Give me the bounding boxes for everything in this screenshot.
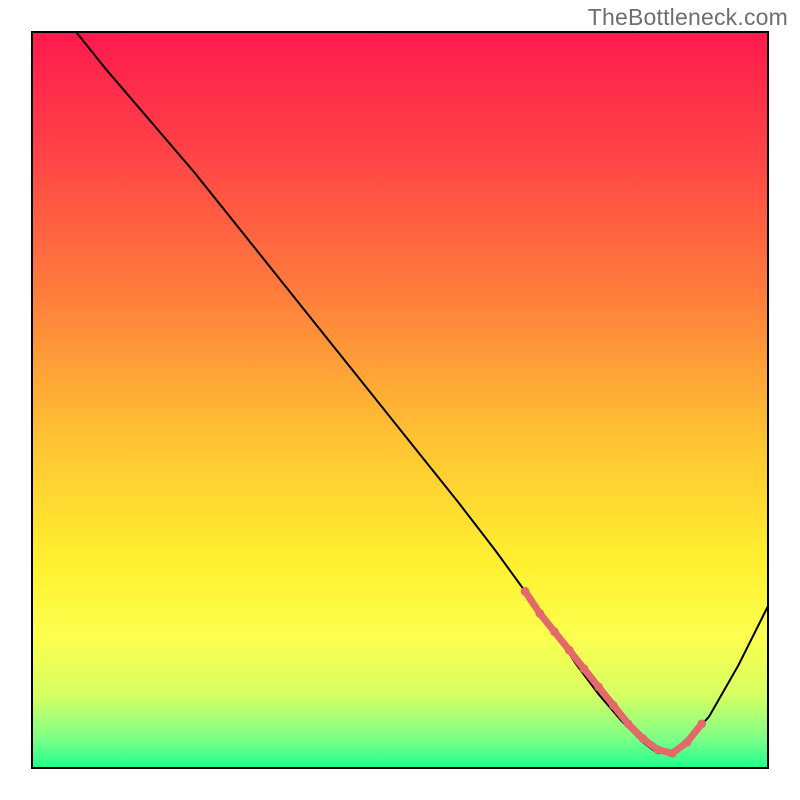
series-point-marker bbox=[565, 646, 574, 655]
watermark-text: TheBottleneck.com bbox=[588, 4, 788, 31]
series-point-marker bbox=[580, 664, 589, 673]
series-point-marker bbox=[594, 683, 603, 692]
series-point-marker bbox=[550, 627, 559, 636]
series-point-marker bbox=[624, 719, 633, 728]
series-point-marker bbox=[521, 587, 530, 596]
series-point-marker bbox=[609, 701, 618, 710]
series-point-marker bbox=[668, 749, 677, 758]
bottleneck-chart bbox=[0, 0, 800, 800]
chart-container bbox=[0, 0, 800, 800]
series-point-marker bbox=[535, 609, 544, 618]
series-point-marker bbox=[697, 719, 706, 728]
series-point-marker bbox=[639, 734, 648, 743]
series-point-marker bbox=[653, 745, 662, 754]
series-point-marker bbox=[683, 738, 692, 747]
chart-background-gradient bbox=[32, 32, 768, 768]
